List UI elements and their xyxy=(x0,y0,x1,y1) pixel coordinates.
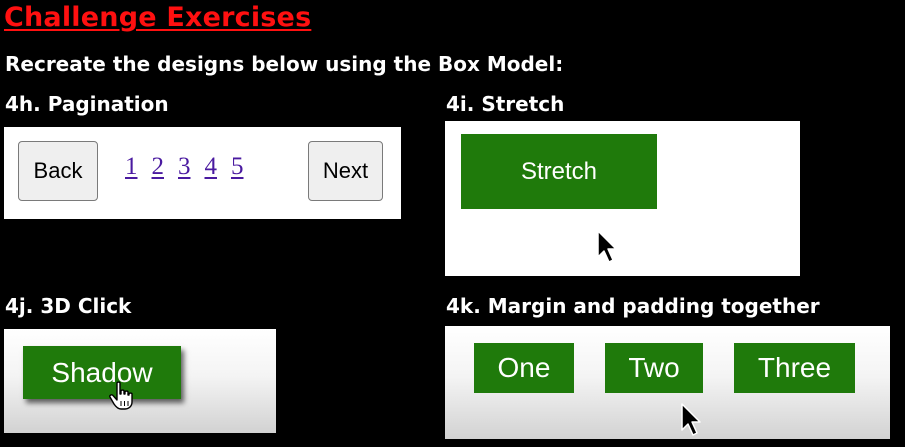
stretch-demo-panel: Stretch xyxy=(445,121,800,276)
page-link-5[interactable]: 5 xyxy=(231,153,244,189)
arrow-cursor-icon xyxy=(681,403,701,436)
next-button[interactable]: Next xyxy=(308,141,383,201)
click3d-demo-panel: Shadow xyxy=(4,329,276,433)
pagination-demo-panel: Back 1 2 3 4 5 Next xyxy=(4,127,401,219)
stretch-button[interactable]: Stretch xyxy=(461,134,657,209)
click3d-section-label: 4j. 3D Click xyxy=(5,294,132,318)
three-button[interactable]: Three xyxy=(734,343,855,393)
hand-pointer-icon xyxy=(109,381,133,410)
page-title: Challenge Exercises xyxy=(4,2,312,33)
pagination-section-label: 4h. Pagination xyxy=(5,92,169,116)
two-button[interactable]: Two xyxy=(605,343,703,393)
page-number-links: 1 2 3 4 5 xyxy=(125,153,244,189)
stretch-section-label: 4i. Stretch xyxy=(446,92,565,116)
page-subtitle: Recreate the designs below using the Box… xyxy=(5,52,564,76)
page-link-4[interactable]: 4 xyxy=(205,153,218,189)
page-link-3[interactable]: 3 xyxy=(178,153,191,189)
margin-padding-demo-panel: One Two Three xyxy=(445,326,890,439)
page-link-2[interactable]: 2 xyxy=(152,153,165,189)
arrow-cursor-icon xyxy=(597,230,617,263)
back-button[interactable]: Back xyxy=(18,141,98,201)
margin-padding-section-label: 4k. Margin and padding together xyxy=(446,294,820,318)
shadow-button[interactable]: Shadow xyxy=(23,346,181,399)
page-link-1[interactable]: 1 xyxy=(125,153,138,189)
one-button[interactable]: One xyxy=(474,343,574,393)
